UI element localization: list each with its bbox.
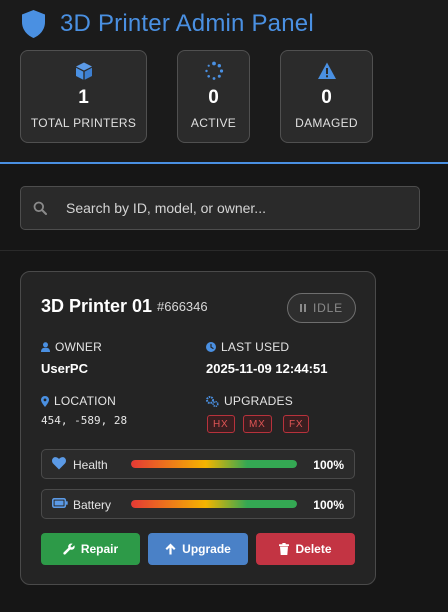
printer-name: 3D Printer 01 (41, 296, 153, 316)
health-bar-fill (131, 460, 297, 468)
health-bar-track (131, 460, 297, 468)
upgrade-badge-mx: MX (243, 415, 272, 433)
cogs-icon (206, 395, 219, 407)
pause-icon (300, 304, 307, 312)
user-icon (41, 342, 50, 352)
stat-value: 1 (78, 87, 89, 108)
warning-icon (317, 62, 336, 79)
heart-icon (52, 457, 66, 470)
status-text: IDLE (313, 301, 343, 315)
upgrades-label: UPGRADES (206, 394, 293, 408)
last-used-label: LAST USED (206, 340, 289, 354)
health-percent: 100% (313, 458, 344, 472)
cube-icon (75, 62, 92, 80)
wrench-icon (63, 543, 75, 555)
repair-button[interactable]: Repair (41, 533, 140, 565)
battery-label: Battery (73, 498, 112, 512)
stat-value: 0 (321, 87, 332, 108)
shield-icon (22, 10, 45, 38)
upgrade-button[interactable]: Upgrade (148, 533, 248, 565)
search-input[interactable] (66, 187, 411, 229)
app-title: 3D Printer Admin Panel (60, 10, 314, 37)
battery-percent: 100% (313, 498, 344, 512)
battery-bar-track (131, 500, 297, 508)
health-label: Health (73, 458, 108, 472)
stat-active: 0 ACTIVE (177, 50, 250, 143)
search-icon (33, 201, 47, 215)
stat-value: 0 (208, 87, 219, 108)
trash-icon (279, 543, 290, 555)
printer-id: #666346 (157, 299, 208, 314)
owner-label: OWNER (41, 340, 102, 354)
battery-icon (52, 497, 68, 508)
search-box[interactable] (20, 186, 420, 230)
stat-label: TOTAL PRINTERS (30, 116, 137, 130)
stat-label: ACTIVE (190, 116, 237, 130)
battery-bar-fill (131, 500, 297, 508)
last-used-value: 2025-11-09 12:44:51 (206, 361, 328, 376)
battery-meter: Battery 100% (41, 489, 355, 519)
status-badge: IDLE (287, 293, 356, 323)
title-row: 3D Printer Admin Panel (20, 9, 314, 39)
stat-damaged: 0 DAMAGED (280, 50, 373, 143)
stat-label: DAMAGED (295, 116, 358, 130)
printer-card: 3D Printer 01 #666346 IDLE OWNER UserPC … (20, 271, 376, 585)
owner-value: UserPC (41, 361, 88, 376)
clock-icon (206, 342, 216, 352)
stat-total-printers: 1 TOTAL PRINTERS (20, 50, 147, 143)
header: 3D Printer Admin Panel 1 TOTAL PRINTERS … (0, 0, 448, 164)
location-label: LOCATION (41, 394, 116, 408)
arrow-up-icon (165, 543, 176, 555)
upgrade-badge-fx: FX (283, 415, 310, 433)
delete-button[interactable]: Delete (256, 533, 355, 565)
divider (0, 250, 448, 251)
location-value: 454, -589, 28 (41, 414, 128, 427)
spinner-icon (204, 61, 223, 80)
upgrade-badge-hx: HX (207, 415, 235, 433)
health-meter: Health 100% (41, 449, 355, 479)
map-pin-icon (41, 395, 49, 407)
